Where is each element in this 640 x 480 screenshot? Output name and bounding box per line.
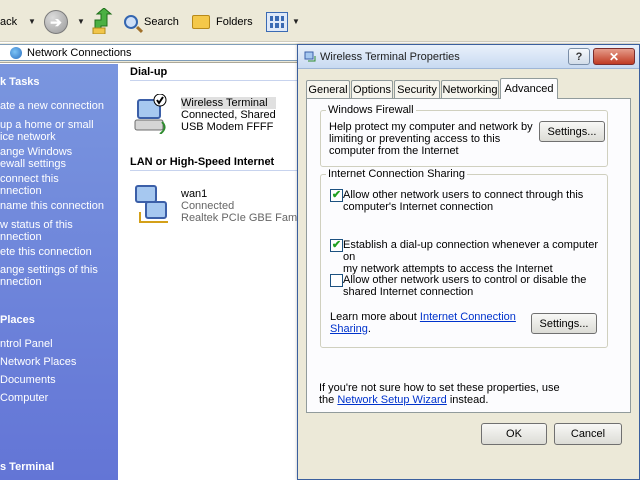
wizard-text-line: If you're not sure how to set these prop… bbox=[319, 382, 560, 394]
wizard-prefix: the bbox=[319, 394, 338, 406]
up-folder-icon bbox=[92, 7, 113, 35]
cancel-button[interactable]: Cancel bbox=[554, 423, 622, 445]
establish-dialup-checkbox[interactable]: ✔ bbox=[330, 239, 343, 252]
firewall-description-line: limiting or preventing access to this bbox=[329, 133, 501, 145]
task-pane: k Tasks ate a new connection up a home o… bbox=[0, 64, 118, 480]
lan-group-header: LAN or High-Speed Internet bbox=[130, 156, 300, 171]
ics-settings-button[interactable]: Settings... bbox=[531, 313, 597, 334]
folder-icon bbox=[192, 15, 210, 29]
allow-connect-label-line: computer's Internet connection bbox=[343, 201, 494, 213]
wizard-suffix: instead. bbox=[446, 394, 489, 406]
firewall-description: Help protect my computer and network by … bbox=[329, 121, 533, 157]
forward-dropdown-icon[interactable]: ▼ bbox=[77, 17, 85, 26]
allow-control-label-line: shared Internet connection bbox=[343, 286, 474, 298]
ics-help-link[interactable]: Internet Connection bbox=[420, 311, 516, 323]
allow-control-checkbox[interactable]: ✔ bbox=[330, 274, 343, 287]
up-folder-button[interactable] bbox=[92, 7, 114, 35]
tab-general[interactable]: General bbox=[306, 80, 350, 98]
firewall-description-line: computer from the Internet bbox=[329, 145, 459, 157]
back-label: ack bbox=[0, 16, 18, 28]
task-link-delete[interactable]: ete this connection bbox=[0, 246, 92, 259]
network-setup-wizard-link[interactable]: Network Setup Wizard bbox=[337, 394, 446, 406]
allow-connect-checkbox[interactable]: ✔ bbox=[330, 189, 343, 202]
task-link-change-settings-2[interactable]: nnection bbox=[0, 276, 42, 289]
ics-group-legend: Internet Connection Sharing bbox=[326, 168, 467, 180]
search-label: Search bbox=[144, 16, 179, 28]
task-link-firewall-2[interactable]: ewall settings bbox=[0, 158, 66, 171]
dialup-connection-text: Wireless Terminal Connected, Shared USB … bbox=[181, 97, 276, 133]
allow-control-label-line: Allow other network users to control or … bbox=[343, 274, 587, 286]
learn-more-prefix: Learn more about bbox=[330, 311, 420, 323]
advanced-tab-panel: Windows Firewall Help protect my compute… bbox=[306, 98, 631, 413]
address-value: Network Connections bbox=[27, 46, 132, 59]
establish-dialup-label-line: Establish a dial-up connection whenever … bbox=[343, 239, 598, 263]
wizard-text: If you're not sure how to set these prop… bbox=[319, 382, 560, 406]
address-field[interactable]: Network Connections bbox=[0, 44, 300, 61]
ok-button[interactable]: OK bbox=[481, 423, 547, 445]
dialup-connection-device: USB Modem FFFF bbox=[181, 121, 274, 133]
allow-connect-label-line: Allow other network users to connect thr… bbox=[343, 189, 584, 201]
place-link-computer[interactable]: Computer bbox=[0, 392, 48, 405]
tab-networking[interactable]: Networking bbox=[441, 80, 499, 98]
details-header[interactable]: s Terminal bbox=[0, 461, 54, 473]
forward-button[interactable]: ➔ bbox=[44, 10, 68, 34]
task-link-create-connection[interactable]: ate a new connection bbox=[0, 100, 104, 113]
allow-connect-label: Allow other network users to connect thr… bbox=[343, 189, 583, 213]
search-button[interactable]: Search bbox=[124, 10, 179, 34]
connections-list: Dial-up Wireless Terminal Connected, Sha… bbox=[118, 64, 319, 480]
dialup-connection-status: Connected, Shared bbox=[181, 109, 276, 121]
forward-arrow-icon: ➔ bbox=[50, 13, 62, 30]
dialog-title: Wireless Terminal Properties bbox=[320, 51, 460, 63]
folders-label: Folders bbox=[216, 16, 253, 28]
help-button[interactable]: ? bbox=[568, 48, 590, 65]
firewall-group-legend: Windows Firewall bbox=[326, 104, 416, 116]
tab-options[interactable]: Options bbox=[351, 80, 393, 98]
learn-more-text: Learn more about Internet Connection Sha… bbox=[330, 311, 516, 335]
connection-icon bbox=[304, 51, 316, 62]
firewall-description-line: Help protect my computer and network by bbox=[329, 121, 533, 133]
task-link-rename[interactable]: name this connection bbox=[0, 200, 104, 213]
place-link-control-panel[interactable]: ntrol Panel bbox=[0, 338, 53, 351]
task-link-home-network-2[interactable]: ice network bbox=[0, 131, 56, 144]
learn-more-suffix: . bbox=[367, 323, 371, 335]
views-dropdown-icon[interactable]: ▼ bbox=[292, 17, 300, 26]
network-tasks-header[interactable]: k Tasks bbox=[0, 76, 40, 88]
explorer-toolbar: ack ▼ ➔ ▼ Search Folders ▼ bbox=[0, 0, 640, 42]
place-link-network-places[interactable]: Network Places bbox=[0, 356, 76, 369]
dialup-group-header: Dial-up bbox=[130, 66, 300, 81]
other-places-header[interactable]: Places bbox=[0, 314, 35, 326]
search-icon bbox=[124, 15, 138, 29]
close-button[interactable]: ✕ bbox=[593, 48, 635, 65]
allow-control-label: Allow other network users to control or … bbox=[343, 274, 586, 298]
help-icon: ? bbox=[575, 50, 583, 63]
lan-connection-icon bbox=[135, 185, 168, 223]
dialup-connection-icon bbox=[134, 94, 167, 134]
task-link-view-status-2[interactable]: nnection bbox=[0, 231, 42, 244]
folders-button[interactable]: Folders bbox=[192, 10, 253, 34]
dialog-titlebar[interactable]: Wireless Terminal Properties ? ✕ bbox=[298, 45, 639, 69]
firewall-group: Windows Firewall Help protect my compute… bbox=[320, 104, 608, 167]
views-icon[interactable] bbox=[266, 12, 288, 32]
back-button[interactable]: ack bbox=[0, 10, 17, 34]
establish-dialup-label: Establish a dial-up connection whenever … bbox=[343, 239, 607, 275]
close-icon: ✕ bbox=[608, 49, 620, 64]
ics-help-link-2[interactable]: Sharing bbox=[330, 323, 368, 335]
tab-advanced[interactable]: Advanced bbox=[500, 78, 558, 99]
firewall-settings-button[interactable]: Settings... bbox=[539, 121, 605, 142]
tab-security[interactable]: Security bbox=[394, 80, 440, 98]
place-link-documents[interactable]: Documents bbox=[0, 374, 56, 387]
back-dropdown-icon[interactable]: ▼ bbox=[28, 17, 36, 26]
ics-group: Internet Connection Sharing ✔ Allow othe… bbox=[320, 168, 608, 348]
task-link-disconnect-2[interactable]: nnection bbox=[0, 185, 42, 198]
network-connections-icon bbox=[10, 46, 22, 59]
dialup-connection-name: Wireless Terminal bbox=[181, 97, 276, 109]
properties-dialog: Wireless Terminal Properties ? ✕ General… bbox=[297, 44, 640, 480]
